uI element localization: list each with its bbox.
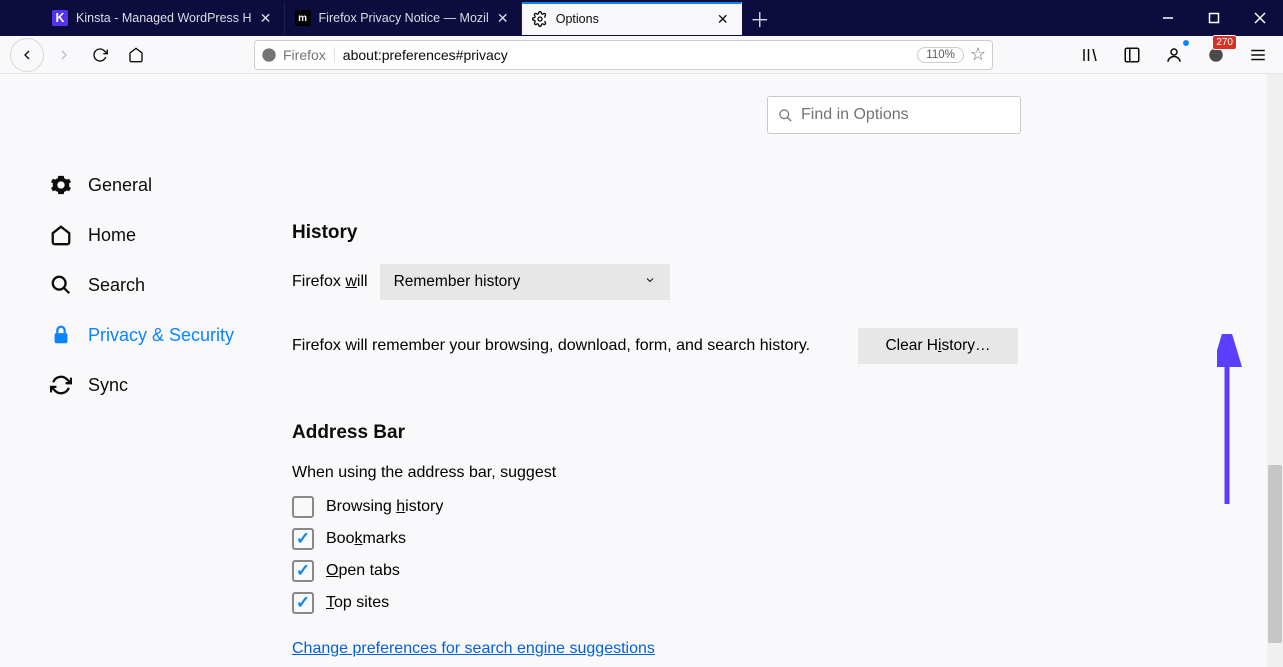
minimize-button[interactable] [1145,0,1191,36]
check-label: Top sites [326,594,389,612]
check-top-sites[interactable]: Top sites [292,592,1022,614]
reload-button[interactable] [84,39,116,71]
sync-icon [48,374,74,396]
address-bar-heading: Address Bar [292,422,1022,444]
checkbox-icon[interactable] [292,592,314,614]
checkbox-icon[interactable] [292,560,314,582]
scrollbar-thumb[interactable] [1268,465,1282,643]
address-bar-section: Address Bar When using the address bar, … [292,422,1022,658]
history-mode-select[interactable]: Remember history [380,264,670,300]
maximize-button[interactable] [1191,0,1237,36]
tab-privacy-notice[interactable]: m Firefox Privacy Notice — Mozil ✕ [285,2,522,35]
app-menu-button[interactable] [1243,40,1273,70]
close-window-button[interactable] [1237,0,1283,36]
lock-icon [48,324,74,346]
identity-label: Firefox [283,47,326,63]
check-label: Browsing history [326,498,443,516]
search-icon [48,274,74,296]
home-icon [48,224,74,246]
vertical-scrollbar[interactable] [1267,74,1283,667]
search-placeholder: Find in Options [801,106,909,124]
notification-dot-icon [1182,39,1190,47]
badge-count: 270 [1212,35,1237,50]
gear-icon [48,174,74,196]
tab-label: Firefox Privacy Notice — Mozil [319,11,489,25]
sidebar-item-search[interactable]: Search [48,260,292,310]
close-icon[interactable]: ✕ [258,10,274,26]
new-tab-button[interactable]: ＋ [742,0,778,36]
close-icon[interactable]: ✕ [495,10,511,26]
sidebar-item-privacy[interactable]: Privacy & Security [48,310,292,360]
browser-titlebar: K Kinsta - Managed WordPress H ✕ m Firef… [0,0,1283,36]
find-in-options-input[interactable]: Find in Options [767,96,1021,134]
url-bar[interactable]: Firefox about:preferences#privacy 110% ☆ [254,40,993,70]
gear-icon [532,11,548,27]
sidebar-item-general[interactable]: General [48,160,292,210]
close-icon[interactable]: ✕ [715,11,731,27]
search-suggestions-link[interactable]: Change preferences for search engine sug… [292,640,1022,658]
preferences-main: Find in Options History Firefox will Rem… [292,74,1283,667]
tab-label: Options [556,12,709,26]
history-label: Firefox will [292,273,368,291]
sidebar-item-label: Home [88,225,136,246]
bookmark-star-icon[interactable]: ☆ [970,44,986,65]
home-button[interactable] [120,39,152,71]
sidebar-item-home[interactable]: Home [48,210,292,260]
check-label: Bookmarks [326,530,406,548]
account-button[interactable] [1159,40,1189,70]
chevron-down-icon [644,273,656,291]
clear-history-button[interactable]: Clear History… [858,328,1018,364]
sidebar-button[interactable] [1117,40,1147,70]
checkbox-icon[interactable] [292,528,314,550]
check-open-tabs[interactable]: Open tabs [292,560,1022,582]
address-bar-subheading: When using the address bar, suggest [292,464,1022,482]
tab-favicon-mozilla: m [295,10,311,26]
identity-box[interactable]: Firefox [261,47,335,63]
tab-kinsta[interactable]: K Kinsta - Managed WordPress H ✕ [42,2,285,35]
zoom-badge[interactable]: 110% [917,47,964,63]
window-controls [1145,0,1283,36]
firefox-icon [261,47,277,63]
library-button[interactable] [1075,40,1105,70]
search-icon [778,108,793,123]
url-text: about:preferences#privacy [343,47,918,63]
history-heading: History [292,222,1022,244]
history-section: History Firefox will Remember history Fi… [292,222,1022,364]
checkbox-icon[interactable] [292,496,314,518]
tab-favicon-kinsta: K [52,10,68,26]
nav-toolbar: Firefox about:preferences#privacy 110% ☆… [0,36,1283,74]
check-browsing-history[interactable]: Browsing history [292,496,1022,518]
extension-button[interactable]: 270 [1201,40,1231,70]
annotation-arrow-icon [1217,334,1247,509]
sidebar-item-label: Privacy & Security [88,325,234,346]
preferences-content: General Home Search Privacy & Security S… [0,74,1283,667]
check-bookmarks[interactable]: Bookmarks [292,528,1022,550]
forward-button[interactable] [48,39,80,71]
preferences-sidebar: General Home Search Privacy & Security S… [0,74,292,667]
sidebar-item-label: Sync [88,375,128,396]
history-description: Firefox will remember your browsing, dow… [292,337,810,355]
select-value: Remember history [394,273,521,291]
check-label: Open tabs [326,562,400,580]
tab-label: Kinsta - Managed WordPress H [76,11,252,25]
back-button[interactable] [10,38,44,72]
button-label: Clear History… [885,337,990,355]
tab-strip-spacer [0,0,42,36]
sidebar-item-sync[interactable]: Sync [48,360,292,410]
sidebar-item-label: General [88,175,152,196]
sidebar-item-label: Search [88,275,145,296]
tab-options[interactable]: Options ✕ [522,2,742,35]
